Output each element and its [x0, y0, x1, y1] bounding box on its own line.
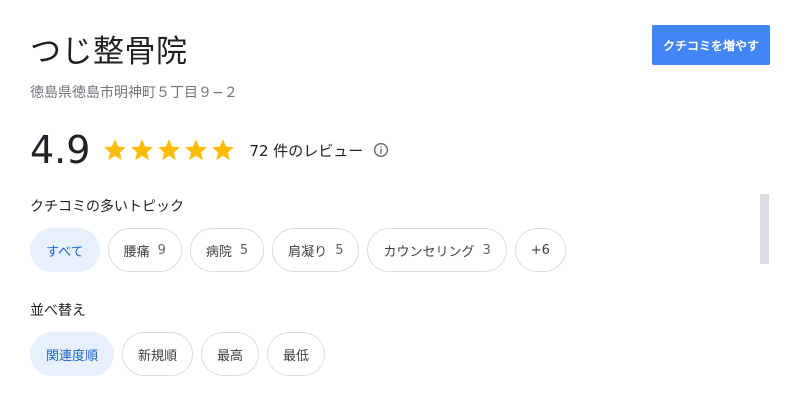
chip-label: 腰痛 [123, 244, 150, 260]
star-icon [158, 139, 181, 160]
sort-chip-relevance[interactable]: 関連度順 [30, 332, 115, 376]
chip-label: 新規順 [138, 348, 178, 364]
topic-chip-stiff-shoulders[interactable]: 肩凝り 5 [272, 228, 360, 272]
chip-count: 5 [335, 242, 344, 258]
info-icon[interactable] [373, 142, 389, 158]
topic-chip-hospital[interactable]: 病院 5 [189, 228, 265, 272]
rating-summary: 4.9 72 件のレビュー [30, 126, 389, 174]
chip-label: 最低 [283, 348, 310, 364]
business-address: 徳島県徳島市明神町５丁目９−２ [30, 85, 238, 101]
chip-count: 3 [482, 242, 491, 258]
chip-count: 9 [157, 242, 166, 258]
chip-label: カウンセリング [383, 244, 475, 260]
scrollbar[interactable] [760, 194, 769, 264]
topic-chip-counseling[interactable]: カウンセリング 3 [367, 228, 507, 272]
sort-chips: 関連度順 新規順 最高 最低 [30, 332, 333, 376]
topic-chips: すべて 腰痛 9 病院 5 肩凝り 5 カウンセリング 3 +6 [30, 228, 574, 272]
sort-chip-highest[interactable]: 最高 [201, 332, 260, 376]
chip-label: すべて [46, 244, 84, 260]
topic-chip-all[interactable]: すべて [30, 228, 100, 272]
reviews-panel: つじ整骨院 徳島県徳島市明神町５丁目９−２ クチコミを増やす 4.9 72 件の… [0, 0, 800, 400]
chip-label: +6 [530, 242, 550, 258]
review-count: 72 件のレビュー [249, 141, 364, 160]
star-icon [104, 139, 127, 160]
sort-label: 並べ替え [30, 303, 86, 319]
add-review-button[interactable]: クチコミを増やす [652, 25, 770, 65]
rating-value: 4.9 [30, 128, 91, 172]
star-rating [102, 137, 237, 163]
sort-chip-newest[interactable]: 新規順 [122, 332, 194, 376]
chip-label: 病院 [205, 244, 232, 260]
topic-chip-back-pain[interactable]: 腰痛 9 [107, 228, 182, 272]
sort-chip-lowest[interactable]: 最低 [267, 332, 326, 376]
business-name: つじ整骨院 [30, 34, 188, 70]
star-icon [131, 139, 154, 160]
star-icon [185, 139, 208, 160]
chip-label: 関連度順 [46, 348, 99, 364]
topic-chip-more[interactable]: +6 [514, 228, 566, 272]
star-icon [212, 139, 235, 160]
chip-label: 肩凝り [288, 244, 328, 260]
chip-count: 5 [239, 242, 249, 258]
chip-label: 最高 [217, 348, 244, 364]
topics-label: クチコミの多いトピック [30, 199, 184, 215]
